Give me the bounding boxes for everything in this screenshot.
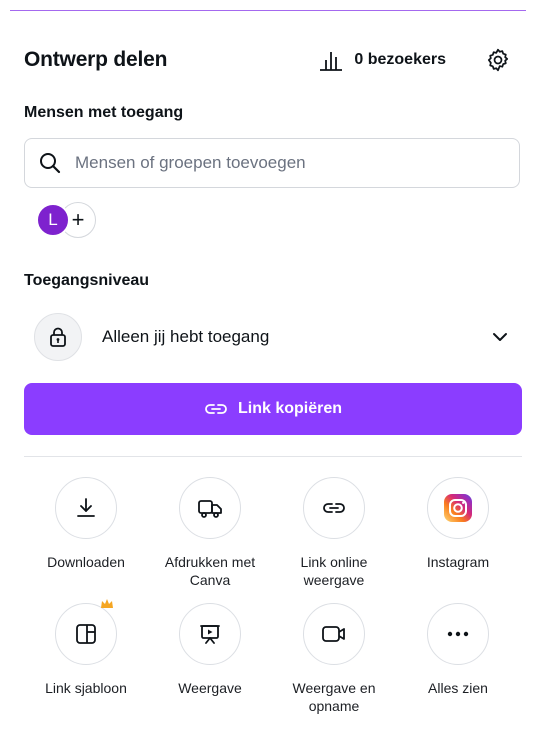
share-options-grid: Downloaden Afdrukken met Canva Link onli…	[24, 477, 520, 715]
share-option-label: Afdrukken met Canva	[164, 554, 256, 588]
share-option-label: Downloaden	[47, 554, 125, 570]
people-search[interactable]	[24, 138, 520, 188]
present-icon	[179, 603, 241, 665]
share-option-label: Weergave en opname	[292, 680, 376, 714]
share-option-print[interactable]: Afdrukken met Canva	[148, 477, 272, 589]
share-option-label: Link online weergave	[300, 554, 368, 588]
share-option-label: Instagram	[426, 554, 490, 570]
truck-icon	[179, 477, 241, 539]
video-record-icon	[303, 603, 365, 665]
lock-badge	[34, 313, 82, 361]
link-icon	[205, 404, 227, 414]
share-option-online-view[interactable]: Link online weergave	[272, 477, 396, 589]
panel-header: Ontwerp delen 0 bezoekers	[24, 40, 512, 80]
share-option-download[interactable]: Downloaden	[24, 477, 148, 589]
template-icon	[55, 599, 117, 665]
divider	[24, 456, 522, 457]
access-level-dropdown[interactable]: Alleen jij hebt toegang	[34, 312, 512, 362]
share-option-label: Alles zien	[428, 680, 488, 696]
people-search-input[interactable]	[73, 152, 519, 174]
link-icon	[303, 477, 365, 539]
share-option-instagram[interactable]: Instagram	[396, 477, 520, 589]
access-level-text: Alleen jij hebt toegang	[102, 327, 270, 346]
people-list: L +	[36, 202, 96, 238]
settings-button[interactable]	[484, 46, 512, 74]
chevron-down-icon	[488, 325, 512, 349]
bar-chart-icon	[320, 52, 343, 71]
instagram-icon	[427, 477, 489, 539]
visitors-label: 0 bezoekers	[354, 51, 446, 68]
copy-link-button[interactable]: Link kopiëren	[24, 383, 522, 435]
share-option-record[interactable]: Weergave en opname	[272, 603, 396, 715]
share-option-label: Link sjabloon	[45, 680, 127, 696]
search-icon	[40, 153, 61, 174]
share-option-present[interactable]: Weergave	[148, 603, 272, 715]
people-section-label: Mensen met toegang	[24, 104, 184, 121]
more-icon	[427, 603, 489, 665]
share-option-template-link[interactable]: Link sjabloon	[24, 599, 148, 715]
share-option-label: Weergave	[178, 680, 242, 696]
panel-title: Ontwerp delen	[24, 48, 168, 71]
copy-link-label: Link kopiëren	[237, 400, 343, 417]
download-icon	[55, 477, 117, 539]
lock-icon	[50, 327, 66, 347]
access-section-label: Toegangsniveau	[24, 272, 150, 289]
gear-icon	[487, 48, 509, 72]
avatar[interactable]: L	[36, 203, 70, 237]
top-border	[10, 10, 526, 11]
visitors-button[interactable]: 0 bezoekers	[318, 47, 446, 73]
share-option-see-all[interactable]: Alles zien	[396, 603, 520, 715]
crown-icon	[101, 599, 113, 608]
